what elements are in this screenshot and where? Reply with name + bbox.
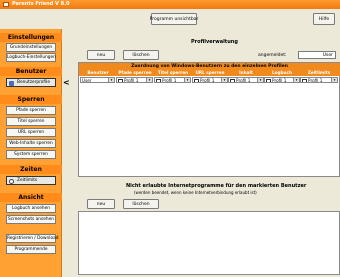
cell-value: Profil 1 (236, 78, 251, 83)
sidebar-item-view-log[interactable]: Logbuch ansehen (6, 204, 56, 213)
sidebar-item-lock-titles[interactable]: Titel sperren (6, 117, 56, 126)
section-locks: Sperren (0, 95, 62, 104)
column-header: Zeitlimits (307, 70, 331, 75)
column-header: Inhalt (239, 70, 253, 75)
checkbox[interactable] (118, 78, 123, 82)
chevron-down-icon: ▾ (146, 78, 152, 82)
user-select[interactable]: User ▾ (80, 77, 115, 83)
checkbox[interactable] (194, 78, 199, 82)
lock-titles-profile-select[interactable]: Profil 1 ▾ (154, 77, 191, 83)
sidebar-item-lock-paths[interactable]: Pfade sperren (6, 106, 56, 115)
help-button[interactable]: Hilfe (313, 13, 335, 25)
main-panel: Profilverwaltung neu löschen angemeldet:… (78, 29, 340, 277)
cell-value: Profil 1 (272, 78, 287, 83)
checkbox[interactable] (230, 78, 235, 82)
sidebar-item-log-settings[interactable]: Logbuch-Einstellungen (6, 53, 56, 62)
assignment-header-row: Benutzer Pfade sperren Titel sperren URL… (79, 70, 340, 76)
section-users: Benutzer (0, 67, 62, 76)
profile-new-button[interactable]: neu (87, 50, 115, 60)
sidebar-item-user-profiles[interactable]: Benutzerprofile (6, 78, 56, 87)
sidebar-item-lock-web-content[interactable]: Web-Inhalte sperren (6, 139, 56, 148)
window-title: Parents Friend V 8.0 (12, 1, 70, 7)
section-times: Zeiten (0, 165, 62, 174)
title-bar: Parents Friend V 8.0 (0, 0, 340, 9)
time-limits-profile-select[interactable]: Profil 1 ▾ (300, 77, 338, 83)
chevron-down-icon: ▾ (293, 78, 299, 82)
blocked-programs-list[interactable] (78, 211, 340, 275)
cell-value: Profil 1 (308, 78, 323, 83)
chevron-down-icon: ▾ (221, 78, 227, 82)
sidebar-item-lock-urls[interactable]: URL sperren (6, 128, 56, 137)
active-pointer-icon: < (63, 78, 70, 87)
column-header: Titel sperren (157, 70, 189, 75)
sidebar: Einstellungen Grundeinstellungen Logbuch… (0, 29, 62, 277)
clock-icon (9, 178, 14, 184)
checkbox[interactable] (266, 78, 271, 82)
chevron-down-icon: ▾ (331, 78, 337, 82)
chevron-down-icon: ▾ (257, 78, 263, 82)
chevron-down-icon: ▾ (108, 78, 114, 82)
section-view: Ansicht (0, 193, 62, 202)
section-settings: Einstellungen (0, 33, 62, 42)
lock-urls-profile-select[interactable]: Profil 1 ▾ (192, 77, 228, 83)
sidebar-item-label: Benutzerprofile (17, 80, 50, 85)
profile-delete-button[interactable]: löschen (123, 50, 159, 60)
cell-value: Profil 1 (200, 78, 215, 83)
sidebar-item-view-screenshots[interactable]: Screenshots ansehen (6, 215, 56, 224)
top-toolbar: Programm unsichtbar Hilfe (0, 9, 340, 29)
program-new-button[interactable]: neu (87, 199, 115, 209)
checkbox[interactable] (302, 78, 307, 82)
program-delete-button[interactable]: löschen (123, 199, 159, 209)
sidebar-item-lock-system[interactable]: System sperren (6, 150, 56, 159)
user-profiles-icon (9, 80, 14, 86)
content-profile-select[interactable]: Profil 1 ▾ (228, 77, 264, 83)
hide-program-button[interactable]: Programm unsichtbar (150, 13, 198, 25)
sidebar-item-exit-program[interactable]: Programmende (6, 245, 56, 254)
logged-in-user-field: User (298, 51, 336, 59)
column-header: URL sperren (195, 70, 225, 75)
programs-subheading: (werden beendet, wenn keine Internetverb… (134, 190, 257, 195)
cell-value: User (82, 78, 92, 83)
column-header: Pfade sperren (118, 70, 152, 75)
app-icon (3, 2, 9, 7)
table-row: User ▾ Profil 1 ▾ Profil 1 ▾ Profil 1 ▾ Prof… (79, 77, 340, 83)
assignment-title: Zuordnung von Windows-Benutzern zu den e… (79, 63, 340, 70)
cell-value: Profil 1 (124, 78, 139, 83)
sidebar-item-register-download[interactable]: Registrieren / Download (6, 234, 58, 243)
log-profile-select[interactable]: Profil 1 ▾ (264, 77, 300, 83)
column-header: Logbuch (272, 70, 292, 75)
logged-in-label: angemeldet: (258, 53, 287, 58)
sidebar-item-basic-settings[interactable]: Grundeinstellungen (6, 43, 56, 52)
sidebar-item-time-limits[interactable]: Zeitlimits (6, 176, 56, 185)
chevron-down-icon: ▾ (184, 78, 190, 82)
column-header: Benutzer (87, 70, 109, 75)
assignment-panel: Zuordnung von Windows-Benutzern zu den e… (78, 62, 340, 177)
sidebar-item-label: Zeitlimits (17, 178, 38, 183)
cell-value: Profil 1 (162, 78, 177, 83)
programs-heading: Nicht erlaubte Internetprogramme für den… (126, 183, 307, 189)
lock-paths-profile-select[interactable]: Profil 1 ▾ (116, 77, 153, 83)
profile-heading: Profilverwaltung (191, 39, 238, 45)
checkbox[interactable] (156, 78, 161, 82)
